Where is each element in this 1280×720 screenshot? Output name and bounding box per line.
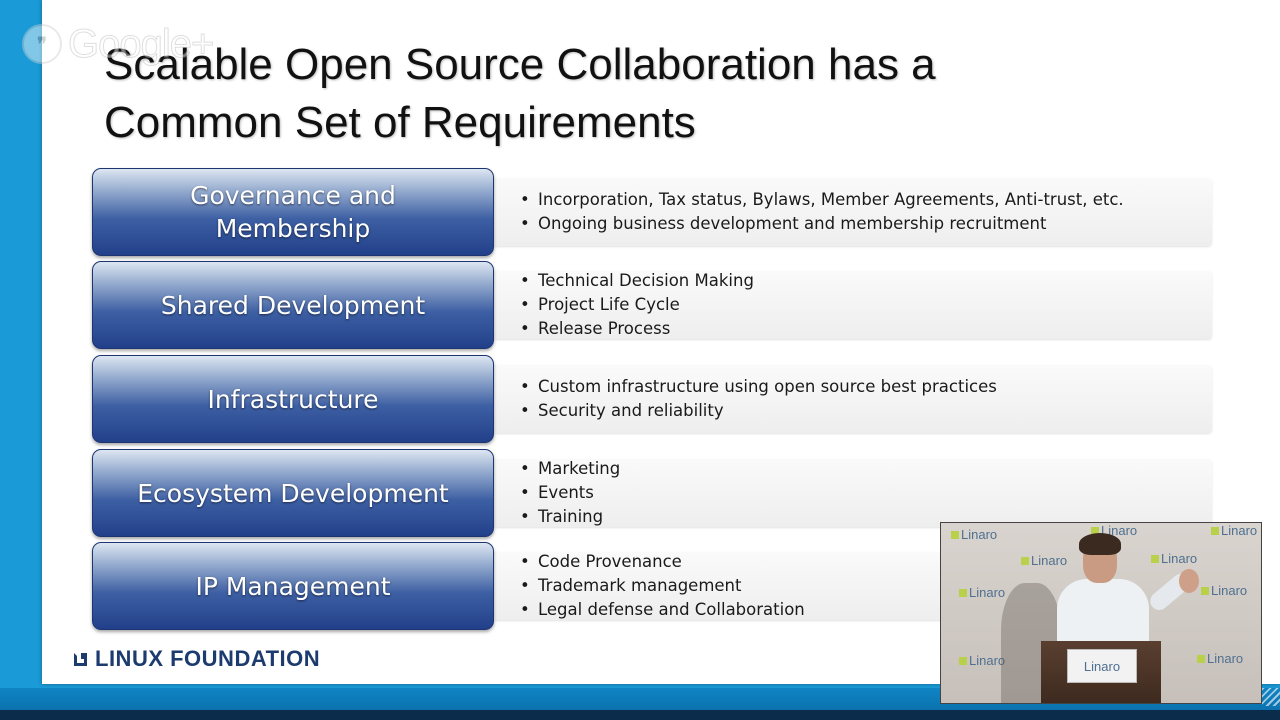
bullet-item: Release Process bbox=[520, 317, 754, 341]
category-box: IP Management bbox=[92, 542, 494, 630]
bullet-list: Code Provenance Trademark management Leg… bbox=[520, 542, 805, 630]
slide-title: Scalable Open Source Collaboration has a… bbox=[104, 36, 1104, 152]
bullet-item: Events bbox=[520, 481, 620, 505]
bullet-item: Legal defense and Collaboration bbox=[520, 598, 805, 622]
google-plus-wordmark: Google+ bbox=[67, 21, 214, 66]
backdrop-logo: Linaro bbox=[1201, 583, 1247, 598]
bullet-list: Technical Decision Making Project Life C… bbox=[520, 261, 754, 349]
bullet-item: Custom infrastructure using open source … bbox=[520, 375, 997, 399]
bullet-item: Ongoing business development and members… bbox=[520, 212, 1124, 236]
category-label: Ecosystem Development bbox=[137, 478, 449, 508]
bullet-list: Marketing Events Training bbox=[520, 449, 620, 537]
bullet-item: Trademark management bbox=[520, 574, 805, 598]
bullet-item: Security and reliability bbox=[520, 399, 997, 423]
slide-title-line-2: Common Set of Requirements bbox=[104, 98, 696, 147]
category-box: Shared Development bbox=[92, 261, 494, 349]
speech-bubble-quote-icon: ❞ bbox=[22, 24, 62, 64]
category-label-line-1: Governance and bbox=[190, 181, 396, 210]
backdrop-logo: Linaro bbox=[1197, 651, 1243, 666]
google-plus-watermark: ❞ Google+ bbox=[22, 21, 215, 66]
bullet-item: Code Provenance bbox=[520, 550, 805, 574]
bottom-strip bbox=[0, 710, 1280, 720]
backdrop-logo: Linaro bbox=[959, 585, 1005, 600]
bullet-list: Incorporation, Tax status, Bylaws, Membe… bbox=[520, 168, 1124, 256]
requirement-row-governance: Governance and Membership Incorporation,… bbox=[92, 168, 1212, 256]
backdrop-logo: Linaro bbox=[951, 527, 997, 542]
bullet-item: Project Life Cycle bbox=[520, 293, 754, 317]
requirement-row-infrastructure: Infrastructure Custom infrastructure usi… bbox=[92, 355, 1212, 443]
backdrop-logo: Linaro bbox=[1151, 551, 1197, 566]
category-label: Infrastructure bbox=[207, 384, 379, 414]
backdrop-logo: Linaro bbox=[1211, 523, 1257, 538]
requirement-row-shared-development: Shared Development Technical Decision Ma… bbox=[92, 261, 1212, 349]
backdrop-logo: Linaro bbox=[1021, 553, 1067, 568]
category-box: Governance and Membership bbox=[92, 168, 494, 256]
slide-title-line-1: Scalable Open Source Collaboration has a bbox=[104, 40, 936, 89]
bullet-item: Incorporation, Tax status, Bylaws, Membe… bbox=[520, 188, 1124, 212]
podium: Linaro bbox=[1041, 641, 1161, 703]
speaker-video-inset[interactable]: Linaro Linaro Linaro Linaro Linaro Linar… bbox=[940, 522, 1262, 704]
bullet-item: Marketing bbox=[520, 457, 620, 481]
category-label: Shared Development bbox=[160, 290, 426, 320]
speaker-hair bbox=[1079, 533, 1121, 555]
resize-corner-icon[interactable] bbox=[1262, 688, 1280, 706]
category-box: Infrastructure bbox=[92, 355, 494, 443]
linux-foundation-wordmark: LINUX FOUNDATION bbox=[95, 646, 321, 671]
linux-foundation-logo: LINUX FOUNDATION bbox=[74, 646, 320, 672]
category-label: IP Management bbox=[195, 571, 391, 601]
bullet-item: Training bbox=[520, 505, 620, 529]
bullet-list: Custom infrastructure using open source … bbox=[520, 355, 997, 443]
podium-sign: Linaro bbox=[1067, 649, 1137, 683]
category-box: Ecosystem Development bbox=[92, 449, 494, 537]
speaker-hand bbox=[1179, 569, 1199, 593]
backdrop-logo: Linaro bbox=[959, 653, 1005, 668]
linux-foundation-mark-icon bbox=[74, 652, 87, 666]
bullet-item: Technical Decision Making bbox=[520, 269, 754, 293]
category-label-line-2: Membership bbox=[215, 214, 371, 243]
